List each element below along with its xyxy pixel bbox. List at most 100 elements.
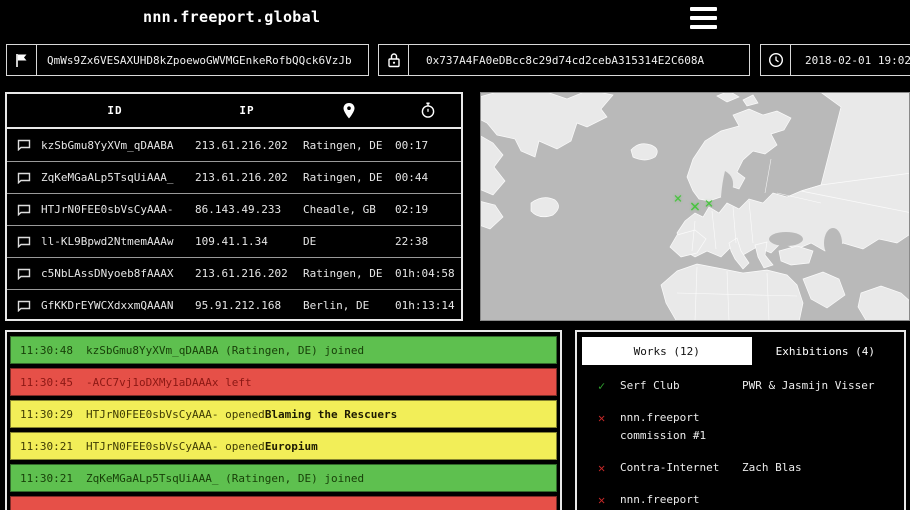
datetime-field[interactable]: 2018-02-01 19:02 [760, 44, 910, 76]
log-timestamp: 11:30:45 [20, 376, 86, 389]
work-title-line2: commission #1 [620, 427, 742, 445]
peer-location: Ratingen, DE [299, 139, 395, 152]
peer-ip: 213.61.216.202 [189, 267, 299, 280]
log-row: 11:30:45 -ACC7vj1oDXMy1aDAAAx left [10, 368, 557, 396]
map-marker-icon[interactable]: ✕ [705, 196, 713, 210]
work-title: Serf Club [620, 379, 680, 392]
table-row[interactable]: GfKKDrEYWCXdxxmQAAAN 95.91.212.168 Berli… [7, 289, 461, 321]
peer-location: DE [299, 235, 395, 248]
log-work-title: Europium [265, 440, 318, 453]
hamburger-bar [690, 25, 717, 29]
event-log: 11:30:48 kzSbGmu8YyXVm_qDAABA (Ratingen,… [5, 330, 562, 510]
peer-id: ll-KL9Bpwd2NtmemAAAw [41, 235, 189, 248]
page-title: nnn.freeport.global [143, 8, 320, 26]
log-row: 11:30:21 HTJrN0FEE0sbVsCyAAA- opened Eur… [10, 432, 557, 460]
log-message: ZqKeMGaALp5TsqUiAAA_ (Ratingen, DE) join… [86, 472, 364, 485]
works-list: Serf Club PWR & Jasmijn Visser nnn.freep… [582, 377, 899, 509]
peer-location: Ratingen, DE [299, 171, 395, 184]
peer-location: Berlin, DE [299, 299, 395, 312]
peer-duration: 00:44 [395, 171, 461, 184]
peer-id: ZqKeMGaALp5TsqUiAAA_ [41, 171, 189, 184]
cross-icon [598, 459, 620, 477]
peer-ip: 86.143.49.233 [189, 203, 299, 216]
chat-bubble-icon[interactable] [17, 139, 31, 151]
stopwatch-icon [420, 102, 436, 119]
list-item[interactable]: nnn.freeport [582, 491, 899, 509]
chat-bubble-icon[interactable] [17, 300, 31, 312]
menu-hamburger-icon[interactable] [690, 7, 717, 29]
list-item[interactable]: Serf Club PWR & Jasmijn Visser [582, 377, 899, 395]
location-pin-icon [343, 103, 355, 119]
list-item[interactable]: Contra-Internet Zach Blas [582, 459, 899, 477]
peer-ip: 213.61.216.202 [189, 171, 299, 184]
peer-duration: 01h:13:14 [395, 299, 461, 312]
work-artist [742, 491, 899, 509]
log-message: HTJrN0FEE0sbVsCyAAA- opened [86, 408, 265, 421]
chat-bubble-icon[interactable] [17, 236, 31, 248]
log-timestamp: 11:30:21 [20, 440, 86, 453]
clock-icon [761, 45, 791, 75]
peer-ip: 213.61.216.202 [189, 139, 299, 152]
works-panel: Works (12) Exhibitions (4) Serf Club PWR… [575, 330, 906, 510]
cross-icon [598, 491, 620, 509]
map-marker-icon[interactable]: ✕ [674, 191, 682, 205]
log-message: HTJrN0FEE0sbVsCyAAA- opened [86, 440, 265, 453]
work-title: nnn.freeport [620, 411, 699, 424]
log-row: 11:30:21 ZqKeMGaALp5TsqUiAAA_ (Ratingen,… [10, 464, 557, 492]
log-timestamp: 11:30:21 [20, 472, 86, 485]
work-artist: Zach Blas [742, 459, 899, 477]
list-item[interactable]: nnn.freeport commission #1 [582, 409, 899, 445]
log-work-title: Blaming the Rescuers [265, 408, 397, 421]
hamburger-bar [690, 16, 717, 20]
peer-ip: 109.41.1.34 [189, 235, 299, 248]
peer-id: HTJrN0FEE0sbVsCyAAA- [41, 203, 189, 216]
location-column-header [299, 103, 395, 119]
table-row[interactable]: HTJrN0FEE0sbVsCyAAA- 86.143.49.233 Chead… [7, 193, 461, 225]
peer-duration: 00:17 [395, 139, 461, 152]
work-title: nnn.freeport [620, 493, 699, 506]
peer-duration: 01h:04:58 [395, 267, 461, 280]
contract-address-value: 0x737A4FA0eDBcc8c29d74cd2cebA315314E2C60… [409, 45, 704, 75]
flag-icon [7, 45, 37, 75]
chat-bubble-icon[interactable] [17, 204, 31, 216]
hamburger-bar [690, 7, 717, 11]
peer-id: c5NbLAssDNyoeb8fAAAX [41, 267, 189, 280]
cross-icon [598, 409, 620, 445]
table-row[interactable]: ZqKeMGaALp5TsqUiAAA_ 213.61.216.202 Rati… [7, 161, 461, 193]
peer-location: Ratingen, DE [299, 267, 395, 280]
log-row [10, 496, 557, 510]
id-column-header: ID [41, 104, 189, 117]
contract-address-field[interactable]: 0x737A4FA0eDBcc8c29d74cd2cebA315314E2C60… [378, 44, 750, 76]
check-icon [598, 377, 620, 395]
peer-id: kzSbGmu8YyXVm_qDAABA [41, 139, 189, 152]
table-row[interactable]: c5NbLAssDNyoeb8fAAAX 213.61.216.202 Rati… [7, 257, 461, 289]
works-tabs: Works (12) Exhibitions (4) [582, 337, 899, 365]
log-row: 11:30:29 HTJrN0FEE0sbVsCyAAA- opened Bla… [10, 400, 557, 428]
peer-ip: 95.91.212.168 [189, 299, 299, 312]
datetime-value: 2018-02-01 19:02 [791, 45, 910, 75]
peer-location: Cheadle, GB [299, 203, 395, 216]
duration-column-header [395, 102, 461, 119]
peer-duration: 22:38 [395, 235, 461, 248]
log-message: kzSbGmu8YyXVm_qDAABA (Ratingen, DE) join… [86, 344, 364, 357]
peer-id: GfKKDrEYWCXdxxmQAAAN [41, 299, 189, 312]
map-panel[interactable]: ✕ ✕ ✕ [480, 92, 910, 321]
log-timestamp: 11:30:48 [20, 344, 86, 357]
peers-table: ID IP kzSbGmu8YyXVm_qDAABA 213.61.216.20… [5, 92, 463, 321]
chat-bubble-icon[interactable] [17, 172, 31, 184]
ipfs-hash-field[interactable]: QmWs9Zx6VESAXUHD8kZpoewoGWVMGEnkeRofbQQc… [6, 44, 369, 76]
peer-duration: 02:19 [395, 203, 461, 216]
chat-bubble-icon[interactable] [17, 268, 31, 280]
table-row[interactable]: ll-KL9Bpwd2NtmemAAAw 109.41.1.34 DE 22:3… [7, 225, 461, 257]
map-marker-icon[interactable]: ✕ [690, 199, 700, 216]
log-message: -ACC7vj1oDXMy1aDAAAx left [86, 376, 252, 389]
log-row: 11:30:48 kzSbGmu8YyXVm_qDAABA (Ratingen,… [10, 336, 557, 364]
tab-exhibitions[interactable]: Exhibitions (4) [752, 337, 899, 365]
table-row[interactable]: kzSbGmu8YyXVm_qDAABA 213.61.216.202 Rati… [7, 129, 461, 161]
work-artist [742, 409, 899, 445]
tab-works[interactable]: Works (12) [582, 337, 752, 365]
peers-table-header: ID IP [7, 94, 461, 129]
lock-icon [379, 45, 409, 75]
ip-column-header: IP [189, 104, 299, 117]
ipfs-hash-value: QmWs9Zx6VESAXUHD8kZpoewoGWVMGEnkeRofbQQc… [37, 45, 352, 75]
